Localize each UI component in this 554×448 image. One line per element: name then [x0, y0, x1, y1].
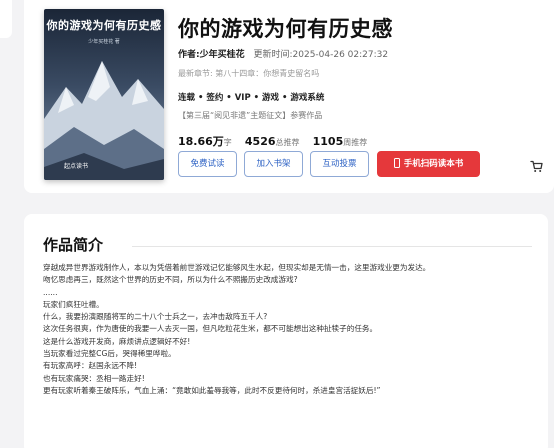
book-tags: 连载 • 签约 • VIP • 游戏 • 游戏系统 — [178, 93, 325, 103]
add-to-shelf-button[interactable]: 加入书架 — [244, 151, 303, 177]
word-count-label: 字 — [223, 138, 232, 147]
intro-paragraph: 玩家们疯狂吐槽。 — [43, 299, 104, 309]
weekly-recommend-count: 1105 — [312, 135, 344, 148]
book-title: 你的游戏为何有历史感 — [178, 17, 393, 41]
scan-read-label: 手机扫码读本书 — [403, 159, 464, 169]
event-label[interactable]: 【第三届“阅见非遗”主题征文】参赛作品 — [178, 110, 322, 121]
intro-paragraph: 吻忆思虑再三，既然这个世界的历史不同，所以为什么不照搬历史改成游戏? — [43, 275, 298, 285]
latest-chapter-link[interactable]: 最新章节: 第八十四章：你想青史留名吗 — [178, 68, 319, 79]
meta-row: 作者:少年买桂花 更新时间:2025-04-26 02:27:32 — [178, 47, 388, 60]
phone-icon — [393, 157, 400, 168]
cover-publisher-logo: 起点读书 — [64, 163, 89, 170]
free-trial-button[interactable]: 免费试读 — [178, 151, 237, 177]
book-cover[interactable]: 你的游戏为何有历史感 少年买桂花 著 起点读书 — [44, 9, 164, 180]
author-link[interactable]: 作者:少年买桂花 — [178, 50, 245, 60]
weekly-recommend-label: 周推荐 — [343, 138, 368, 147]
book-stats: 18.66万字 4526总推荐 1105周推荐 — [178, 130, 375, 149]
intro-paragraph: 什么，我要扮演跟随将军的二十八个士兵之一，去冲击敌阵五千人? — [43, 312, 268, 322]
intro-paragraph: 更有玩家听着秦王破阵乐，气血上涌：“竟敢如此羞辱我等，此时不反更待何时，杀进皇宫… — [43, 385, 381, 395]
total-recommend-count: 4526 — [244, 135, 276, 148]
total-recommend-label: 总推荐 — [275, 138, 300, 147]
intro-section: 作品简介 穿越成异世界游戏制作人，本以为凭借着前世游戏记忆能够风生水起，但现实却… — [24, 214, 548, 448]
word-count: 18.66万 — [178, 135, 224, 148]
intro-paragraph: ...... — [43, 287, 58, 297]
intro-paragraph: 有玩家高呼：赵国永远不降! — [43, 361, 138, 371]
intro-paragraph: 穿越成异世界游戏制作人，本以为凭借着前世游戏记忆能够风生水起，但现实却是无情一击… — [43, 263, 431, 272]
cover-author: 少年买桂花 著 — [88, 39, 120, 45]
left-panel-edge — [0, 0, 12, 38]
shopping-cart-icon[interactable] — [530, 158, 543, 177]
scan-read-button[interactable]: 手机扫码读本书 — [377, 151, 480, 177]
intro-text: 穿越成异世界游戏制作人，本以为凭借着前世游戏记忆能够风生水起，但现实却是无情一击… — [43, 262, 543, 397]
update-time: 更新时间:2025-04-26 02:27:32 — [253, 50, 389, 60]
cover-title: 你的游戏为何有历史感 — [46, 19, 162, 32]
book-details: 你的游戏为何有历史感 作者:少年买桂花 更新时间:2025-04-26 02:2… — [178, 13, 393, 148]
intro-paragraph: 当玩家看过完整CG后，哭得稀里哗啦。 — [43, 349, 176, 359]
intro-paragraph: 这次任务很爽，作为唐使的我要一人去灭一国，但凡吃粒花生米，都不可能想出这种扯犊子… — [43, 324, 378, 334]
vote-button[interactable]: 互动投票 — [310, 151, 369, 177]
intro-heading: 作品简介 — [43, 236, 104, 254]
intro-paragraph: 也有玩家痛哭：丞相一路走好! — [43, 373, 145, 383]
intro-paragraph: 这是什么游戏开发商，麻烦讲点逻辑好不好! — [43, 336, 191, 346]
intro-divider — [132, 246, 532, 247]
